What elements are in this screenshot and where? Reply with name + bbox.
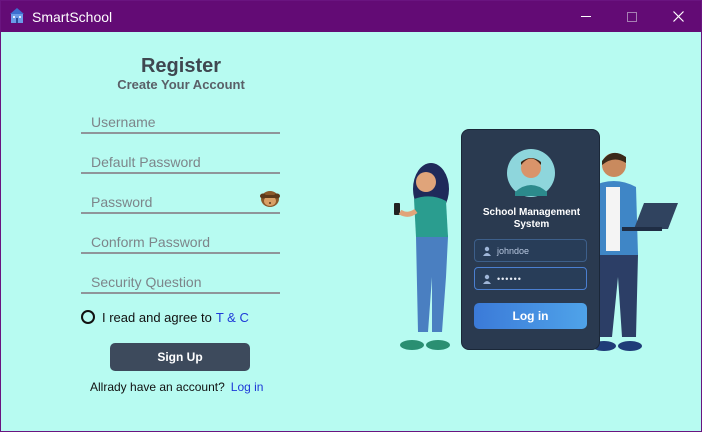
terms-agreement-row: I read and agree to T & C (81, 308, 249, 326)
school-app-icon (10, 8, 24, 23)
default-password-input[interactable] (91, 152, 261, 172)
user-icon (483, 274, 491, 284)
close-icon (672, 11, 684, 22)
card-title-line-2: System (513, 219, 550, 230)
card-username-field: johndoe (474, 239, 587, 262)
confirm-password-input[interactable] (91, 232, 261, 252)
existing-account-row: Allrady have an account? Log in (90, 380, 263, 394)
terms-radio-button[interactable] (81, 310, 95, 324)
card-password-field: •••••• (474, 267, 587, 290)
page-subtitle: Create Your Account (117, 77, 245, 92)
card-title-line-1: School Management (482, 207, 581, 218)
maximize-button[interactable] (609, 1, 655, 32)
password-field-container (81, 190, 280, 214)
username-field-container (81, 110, 280, 134)
card-login-button: Log in (474, 303, 587, 329)
minimize-button[interactable] (563, 1, 609, 32)
default-password-field-container (81, 150, 280, 174)
close-button[interactable] (655, 1, 701, 32)
avatar-icon (507, 149, 555, 197)
card-title: School Management System (462, 207, 601, 231)
card-username-value: johndoe (497, 245, 530, 256)
minimize-icon (581, 16, 591, 17)
card-password-value: •••••• (497, 273, 522, 284)
login-illustration: School Management System johndoe •••••• … (386, 127, 681, 356)
terms-agreement-label: I read and agree to (102, 309, 212, 325)
password-input[interactable] (91, 192, 261, 212)
security-question-input[interactable] (91, 272, 261, 292)
monkey-eye-icon[interactable] (259, 187, 281, 209)
app-window: SmartSchool Register Create Your Account (0, 0, 702, 432)
username-input[interactable] (91, 112, 261, 132)
existing-account-text: Allrady have an account? (90, 380, 225, 394)
login-link[interactable]: Log in (231, 380, 264, 394)
sign-up-button[interactable]: Sign Up (110, 343, 250, 371)
maximize-icon (627, 11, 637, 22)
user-icon (483, 246, 491, 256)
title-bar[interactable]: SmartSchool (1, 1, 701, 32)
confirm-password-field-container (81, 230, 280, 254)
login-card-illustration: School Management System johndoe •••••• … (461, 129, 600, 350)
page-title: Register (140, 55, 222, 77)
window-title: SmartSchool (32, 9, 113, 25)
terms-link[interactable]: T & C (216, 310, 249, 325)
security-question-field-container (81, 270, 280, 294)
